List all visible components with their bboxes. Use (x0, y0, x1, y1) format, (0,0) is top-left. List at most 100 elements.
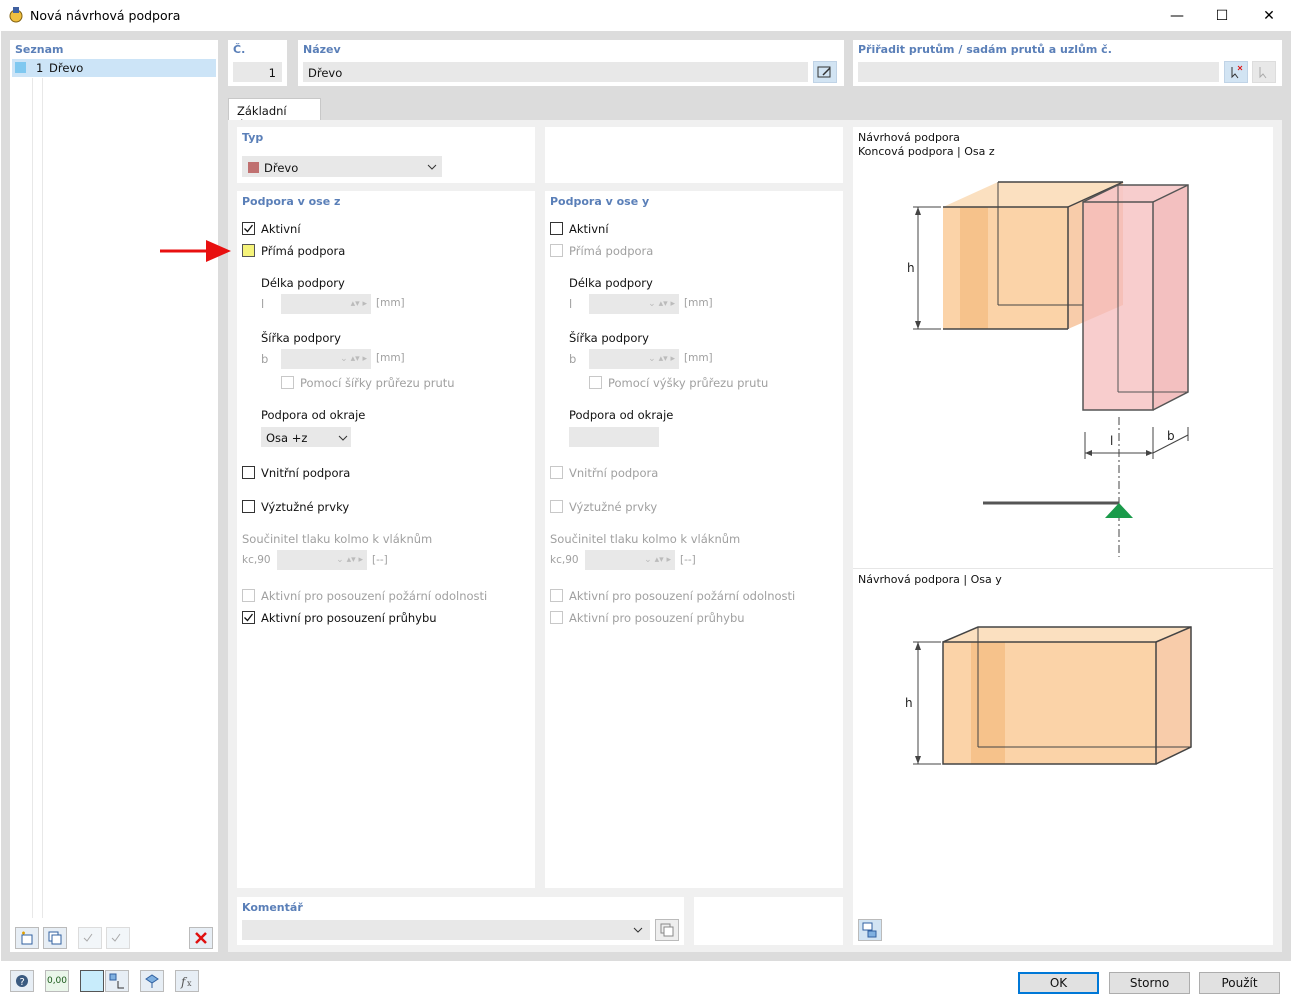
active-z-checkbox[interactable] (242, 222, 255, 235)
list-panel: Seznam 1 Dřevo (10, 40, 218, 952)
deflection-z-checkbox[interactable] (242, 611, 255, 624)
assign-field[interactable] (858, 62, 1219, 82)
number-panel: Č. 1 (228, 40, 287, 86)
length-z-symbol: l (261, 297, 265, 311)
preview-panel: Návrhová podpora Koncová podpora | Osa z… (853, 127, 1273, 945)
assign-panel: Přiřadit prutům / sadám prutů a uzlům č. (853, 40, 1282, 86)
bottom-bar: ? 0,00 fx OK Storno Použít (0, 961, 1292, 1004)
direct-support-z-checkbox[interactable] (242, 244, 255, 257)
active-z-label: Aktivní (261, 222, 301, 236)
chevron-down-icon (427, 164, 437, 170)
inner-support-z-checkbox[interactable] (242, 466, 255, 479)
direct-support-z-label: Přímá podpora (261, 244, 346, 258)
preview-title-1: Návrhová podpora (858, 131, 960, 144)
stiffeners-y-checkbox[interactable] (550, 500, 563, 513)
support-z-panel: Podpora v ose z Aktivní Přímá podpora Dé… (237, 191, 535, 888)
number-label: Č. (233, 43, 246, 56)
preview-options-icon[interactable] (858, 919, 882, 941)
pick-clear-icon[interactable] (1252, 61, 1276, 83)
width-y-symbol: b (569, 352, 577, 366)
formula-icon[interactable]: fx (175, 970, 199, 992)
tree-line (32, 78, 33, 918)
height-by-section-checkbox[interactable] (589, 376, 602, 389)
edge-z-select[interactable]: Osa +z (261, 427, 351, 447)
coef-z-label: Součinitel tlaku kolmo k vláknům (242, 532, 433, 546)
edge-y-select[interactable] (569, 427, 659, 447)
width-by-section-checkbox[interactable] (281, 376, 294, 389)
width-y-input[interactable]: ⌄ ▴▾ ▸ (589, 349, 679, 369)
help-icon[interactable]: ? (10, 970, 34, 992)
number-field[interactable]: 1 (233, 62, 282, 82)
dim-b-label: b (1167, 429, 1175, 443)
length-y-input[interactable]: ⌄ ▴▾ ▸ (589, 294, 679, 314)
copy-item-icon[interactable] (43, 927, 67, 949)
apply-button[interactable]: Použít (1199, 972, 1280, 994)
coef-y-symbol: kc,90 (550, 554, 579, 566)
fire-y-label: Aktivní pro posouzení požární odolnosti (569, 589, 796, 603)
width-z-symbol: b (261, 352, 269, 366)
coef-z-unit: [--] (372, 554, 388, 566)
type-panel: Typ Dřevo (237, 127, 535, 183)
name-label: Název (303, 43, 341, 56)
ok-button[interactable]: OK (1018, 972, 1099, 994)
delete-icon[interactable] (189, 927, 213, 949)
width-z-input[interactable]: ⌄ ▴▾ ▸ (281, 349, 371, 369)
units-button[interactable]: 0,00 (45, 970, 69, 992)
title-bar: Nová návrhová podpora — ☐ ✕ (0, 0, 1292, 31)
length-z-input[interactable]: ▴▾ ▸ (281, 294, 371, 314)
svg-text:?: ? (20, 977, 25, 988)
view-icon[interactable] (140, 970, 164, 992)
edit-name-icon[interactable] (813, 61, 837, 83)
list-item[interactable]: 1 Dřevo (12, 59, 216, 77)
stiffeners-z-checkbox[interactable] (242, 500, 255, 513)
deflection-y-label: Aktivní pro posouzení průhybu (569, 611, 745, 625)
check-all-icon[interactable] (78, 927, 102, 949)
uncheck-icon[interactable] (106, 927, 130, 949)
name-panel: Název Dřevo (298, 40, 844, 86)
direct-support-y-checkbox[interactable] (550, 244, 563, 257)
active-y-checkbox[interactable] (550, 222, 563, 235)
close-button[interactable]: ✕ (1246, 0, 1292, 31)
minimize-button[interactable]: — (1154, 0, 1200, 31)
fire-y-checkbox[interactable] (550, 589, 563, 602)
new-item-icon[interactable] (15, 927, 39, 949)
length-z-unit: [mm] (376, 297, 405, 309)
type-select[interactable]: Dřevo (242, 156, 442, 177)
dim-h-label: h (907, 261, 915, 275)
deflection-z-label: Aktivní pro posouzení průhybu (261, 611, 437, 625)
preview-title-2: Návrhová podpora | Osa y (858, 573, 1002, 586)
cancel-button[interactable]: Storno (1109, 972, 1190, 994)
support-z-diagram: h l b (907, 181, 1189, 557)
preview-divider (853, 568, 1273, 569)
support-y-header: Podpora v ose y (550, 195, 650, 208)
width-z-unit: [mm] (376, 352, 405, 364)
comment-input[interactable] (242, 920, 650, 940)
deflection-y-checkbox[interactable] (550, 611, 563, 624)
color-button[interactable] (80, 970, 104, 992)
comment-aux-panel (694, 897, 843, 945)
comment-panel: Komentář (237, 897, 684, 945)
fire-z-checkbox[interactable] (242, 589, 255, 602)
length-y-unit: [mm] (684, 297, 713, 309)
coef-y-input[interactable]: ⌄ ▴▾ ▸ (585, 550, 675, 570)
name-field[interactable]: Dřevo (303, 62, 808, 82)
type-swatch (248, 162, 259, 173)
preview-subtitle-1: Koncová podpora | Osa z (858, 145, 995, 158)
stiffeners-y-label: Výztužné prvky (569, 500, 658, 514)
select-objects-icon[interactable] (105, 970, 129, 992)
comment-library-icon[interactable] (655, 919, 679, 941)
list-header: Seznam (15, 43, 64, 56)
tab-basic-data[interactable]: Základní údaje (228, 98, 321, 132)
type-header: Typ (242, 131, 264, 144)
chevron-down-icon (633, 927, 643, 933)
inner-support-y-checkbox[interactable] (550, 466, 563, 479)
coef-y-label: Součinitel tlaku kolmo k vláknům (550, 532, 741, 546)
maximize-button[interactable]: ☐ (1199, 0, 1245, 31)
list-item-name: Dřevo (49, 61, 84, 75)
inner-support-y-label: Vnitřní podpora (569, 466, 659, 480)
assign-label: Přiřadit prutům / sadám prutů a uzlům č. (858, 43, 1112, 56)
coef-z-input[interactable]: ⌄ ▴▾ ▸ (277, 550, 367, 570)
length-y-label: Délka podpory (569, 276, 653, 290)
pick-members-icon[interactable] (1224, 61, 1248, 83)
support-z-header: Podpora v ose z (242, 195, 341, 208)
